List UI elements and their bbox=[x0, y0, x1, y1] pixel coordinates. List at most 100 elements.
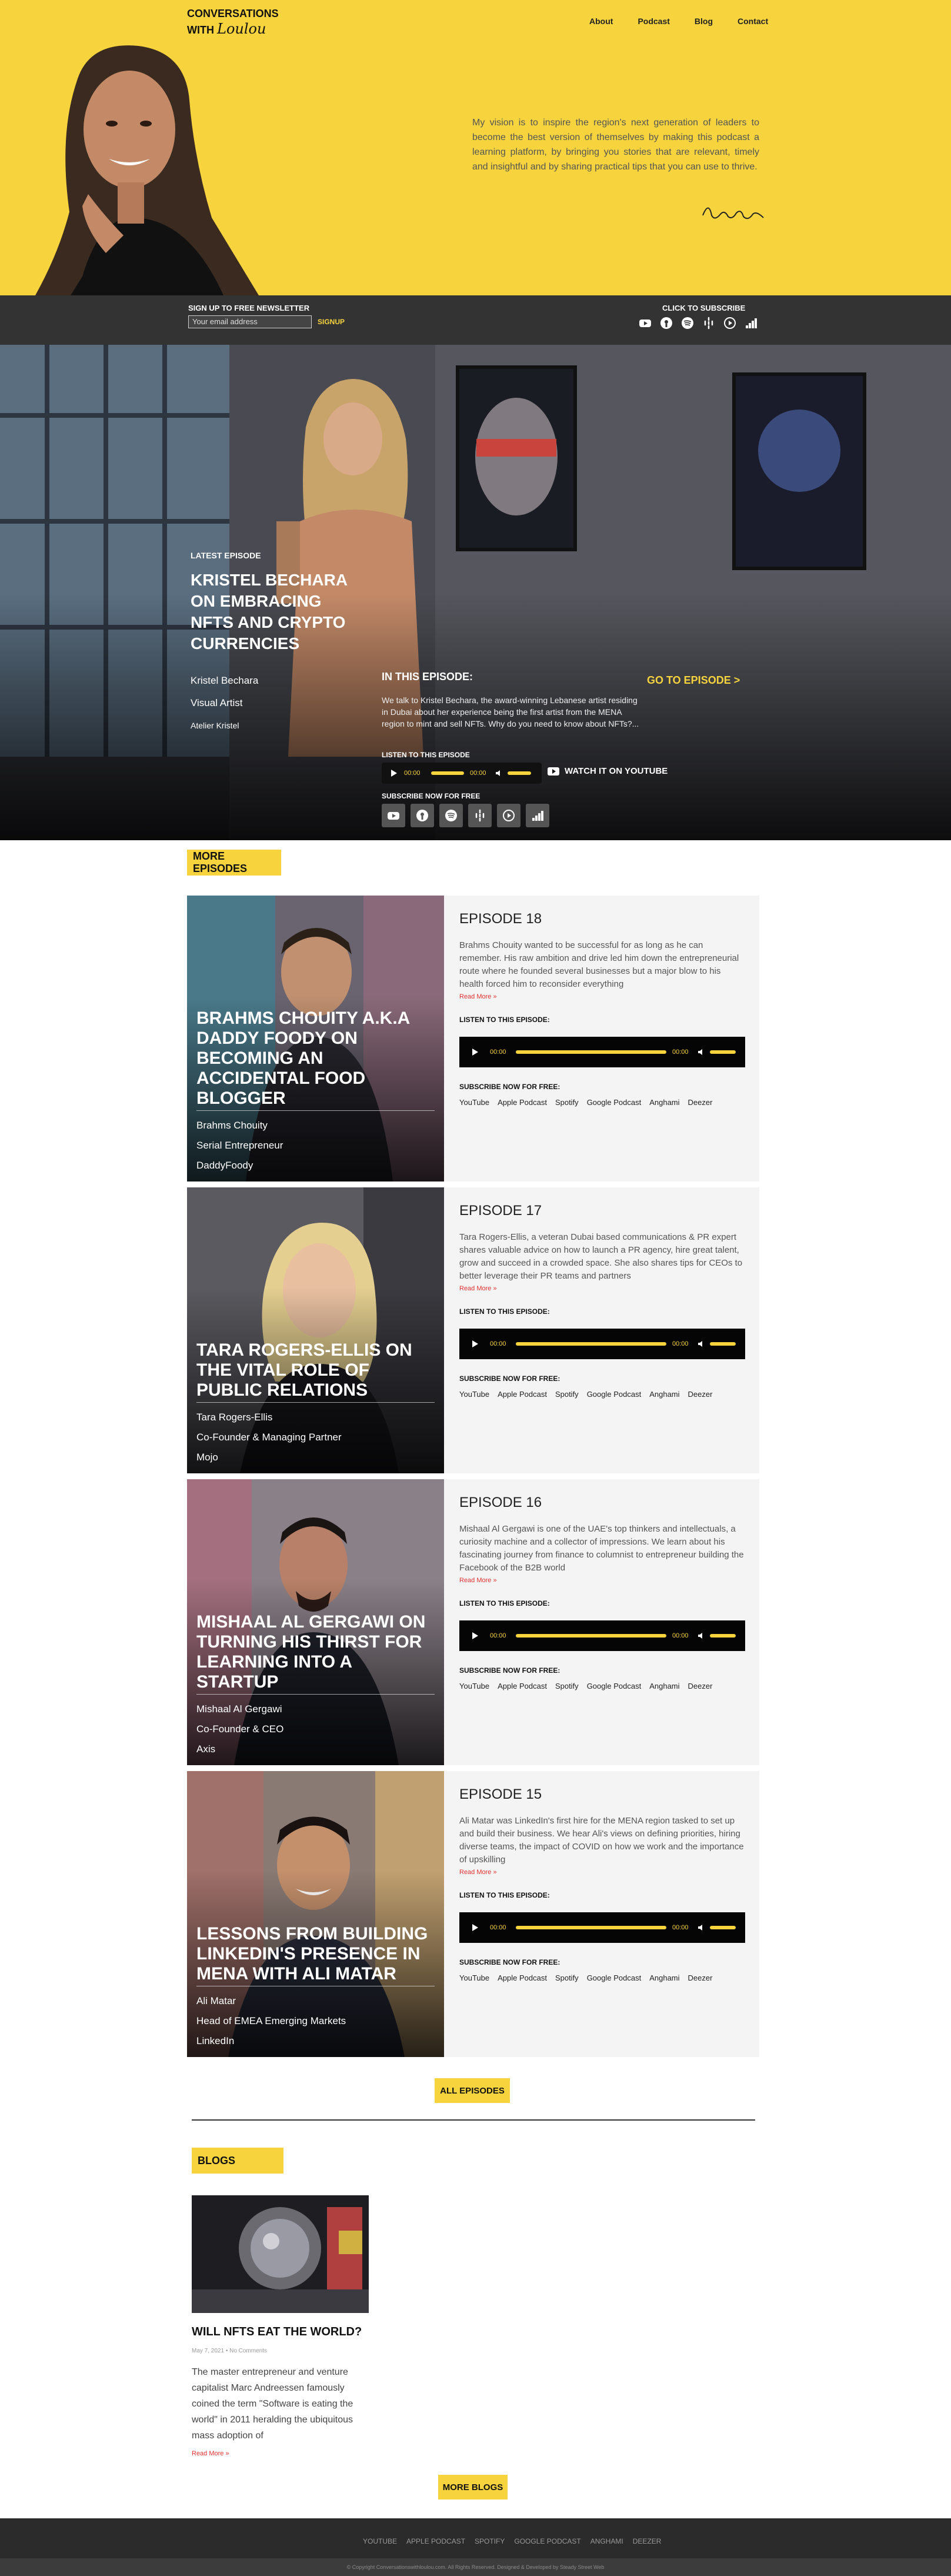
spotify-icon[interactable] bbox=[439, 804, 463, 827]
play-icon[interactable] bbox=[472, 1340, 478, 1347]
link-deezer[interactable]: Deezer bbox=[688, 1390, 713, 1399]
youtube-icon[interactable] bbox=[382, 804, 405, 827]
link-youtube[interactable]: YouTube bbox=[459, 1098, 489, 1107]
footer-link-deezer[interactable]: DEEZER bbox=[633, 2537, 662, 2545]
more-blogs-button[interactable]: MORE BLOGS bbox=[438, 2475, 508, 2500]
player-progress[interactable] bbox=[516, 1634, 666, 1638]
newsletter-signup-button[interactable]: SIGNUP bbox=[318, 318, 345, 326]
anghami-icon[interactable] bbox=[497, 804, 520, 827]
volume-icon[interactable] bbox=[698, 1925, 705, 1931]
player-time-current: 00:00 bbox=[490, 1340, 506, 1347]
volume-slider[interactable] bbox=[710, 1926, 736, 1929]
go-to-episode-link[interactable]: GO TO EPISODE > bbox=[647, 674, 740, 687]
player-progress[interactable] bbox=[516, 1050, 666, 1054]
watch-on-youtube-link[interactable]: WATCH IT ON YOUTUBE bbox=[547, 766, 668, 776]
episode-title[interactable]: MISHAAL AL GERGAWI ON TURNING HIS THIRST… bbox=[196, 1612, 435, 1692]
logo-signature: Loulou bbox=[217, 21, 266, 37]
play-icon[interactable] bbox=[391, 770, 397, 777]
audio-player[interactable]: 00:00 00:00 bbox=[459, 1037, 745, 1067]
link-anghami[interactable]: Anghami bbox=[649, 1098, 679, 1107]
google-podcast-icon[interactable] bbox=[468, 804, 492, 827]
read-more-link[interactable]: Read More » bbox=[459, 993, 745, 1000]
link-spotify[interactable]: Spotify bbox=[555, 1682, 579, 1690]
link-spotify[interactable]: Spotify bbox=[555, 1973, 579, 1982]
volume-slider[interactable] bbox=[508, 771, 531, 775]
play-icon[interactable] bbox=[472, 1049, 478, 1056]
episode-image[interactable]: MISHAAL AL GERGAWI ON TURNING HIS THIRST… bbox=[187, 1479, 444, 1765]
featured-episode-title[interactable]: KRISTEL BECHARA ON EMBRACING NFTS AND CR… bbox=[191, 570, 367, 654]
blog-post-title[interactable]: WILL NFTS EAT THE WORLD? bbox=[192, 2325, 362, 2339]
link-google-podcast[interactable]: Google Podcast bbox=[587, 1973, 642, 1982]
link-google-podcast[interactable]: Google Podcast bbox=[587, 1682, 642, 1690]
footer-link-youtube[interactable]: YOUTUBE bbox=[363, 2537, 397, 2545]
link-deezer[interactable]: Deezer bbox=[688, 1973, 713, 1982]
spotify-icon[interactable] bbox=[681, 317, 694, 330]
volume-slider[interactable] bbox=[710, 1050, 736, 1054]
play-icon[interactable] bbox=[472, 1632, 478, 1639]
nav-contact[interactable]: Contact bbox=[738, 16, 768, 26]
link-youtube[interactable]: YouTube bbox=[459, 1682, 489, 1690]
footer-link-google-podcast[interactable]: GOOGLE PODCAST bbox=[514, 2537, 580, 2545]
link-youtube[interactable]: YouTube bbox=[459, 1390, 489, 1399]
volume-slider[interactable] bbox=[710, 1634, 736, 1638]
platform-links: YouTube Apple Podcast Spotify Google Pod… bbox=[459, 1390, 745, 1399]
volume-icon[interactable] bbox=[698, 1341, 705, 1347]
featured-audio-player[interactable]: 00:00 00:00 bbox=[382, 763, 542, 784]
play-icon[interactable] bbox=[472, 1924, 478, 1931]
link-anghami[interactable]: Anghami bbox=[649, 1682, 679, 1690]
youtube-icon[interactable] bbox=[639, 317, 652, 330]
google-podcast-icon[interactable] bbox=[702, 317, 715, 330]
episode-image[interactable]: LESSONS FROM BUILDING LINKEDIN'S PRESENC… bbox=[187, 1771, 444, 2057]
link-apple-podcast[interactable]: Apple Podcast bbox=[498, 1390, 547, 1399]
link-spotify[interactable]: Spotify bbox=[555, 1390, 579, 1399]
footer-link-spotify[interactable]: SPOTIFY bbox=[475, 2537, 505, 2545]
link-spotify[interactable]: Spotify bbox=[555, 1098, 579, 1107]
player-progress[interactable] bbox=[431, 771, 464, 775]
footer-link-apple-podcast[interactable]: APPLE PODCAST bbox=[406, 2537, 465, 2545]
nav-podcast[interactable]: Podcast bbox=[638, 16, 669, 26]
link-apple-podcast[interactable]: Apple Podcast bbox=[498, 1098, 547, 1107]
all-episodes-button[interactable]: ALL EPISODES bbox=[435, 2078, 510, 2103]
player-progress[interactable] bbox=[516, 1342, 666, 1346]
link-deezer[interactable]: Deezer bbox=[688, 1098, 713, 1107]
blog-post-image[interactable] bbox=[192, 2195, 369, 2313]
audio-player[interactable]: 00:00 00:00 bbox=[459, 1329, 745, 1359]
volume-icon[interactable] bbox=[496, 770, 503, 776]
link-youtube[interactable]: YouTube bbox=[459, 1973, 489, 1982]
read-more-link[interactable]: Read More » bbox=[459, 1869, 745, 1876]
featured-guest-info: Kristel Bechara Visual Artist Atelier Kr… bbox=[191, 670, 258, 737]
episode-image[interactable]: TARA ROGERS-ELLIS ON THE VITAL ROLE OF P… bbox=[187, 1187, 444, 1473]
nav-blog[interactable]: Blog bbox=[695, 16, 713, 26]
newsletter-email-input[interactable]: Your email address bbox=[188, 315, 312, 328]
episode-title[interactable]: BRAHMS CHOUITY A.K.A DADDY FOODY ON BECO… bbox=[196, 1009, 435, 1109]
audio-player[interactable]: 00:00 00:00 bbox=[459, 1912, 745, 1943]
footer-link-anghami[interactable]: ANGHAMI bbox=[590, 2537, 623, 2545]
blog-read-more-link[interactable]: Read More » bbox=[192, 2450, 229, 2457]
site-logo[interactable]: CONVERSATIONS WITH Loulou bbox=[187, 6, 279, 38]
volume-icon[interactable] bbox=[698, 1049, 705, 1055]
link-apple-podcast[interactable]: Apple Podcast bbox=[498, 1682, 547, 1690]
read-more-link[interactable]: Read More » bbox=[459, 1285, 745, 1292]
episode-title[interactable]: TARA ROGERS-ELLIS ON THE VITAL ROLE OF P… bbox=[196, 1340, 435, 1400]
link-anghami[interactable]: Anghami bbox=[649, 1973, 679, 1982]
read-more-link[interactable]: Read More » bbox=[459, 1577, 745, 1584]
player-progress[interactable] bbox=[516, 1926, 666, 1929]
deezer-icon[interactable] bbox=[526, 804, 549, 827]
episode-title[interactable]: LESSONS FROM BUILDING LINKEDIN'S PRESENC… bbox=[196, 1924, 435, 1984]
episode-guest-meta: Tara Rogers-Ellis Co-Founder & Managing … bbox=[196, 1407, 342, 1467]
link-apple-podcast[interactable]: Apple Podcast bbox=[498, 1973, 547, 1982]
link-deezer[interactable]: Deezer bbox=[688, 1682, 713, 1690]
episode-image[interactable]: BRAHMS CHOUITY A.K.A DADDY FOODY ON BECO… bbox=[187, 896, 444, 1182]
anghami-icon[interactable] bbox=[723, 317, 736, 330]
nav-about[interactable]: About bbox=[589, 16, 613, 26]
apple-podcast-icon[interactable] bbox=[411, 804, 434, 827]
apple-podcast-icon[interactable] bbox=[660, 317, 673, 330]
link-google-podcast[interactable]: Google Podcast bbox=[587, 1390, 642, 1399]
deezer-icon[interactable] bbox=[745, 317, 758, 330]
link-anghami[interactable]: Anghami bbox=[649, 1390, 679, 1399]
volume-icon[interactable] bbox=[698, 1633, 705, 1639]
link-google-podcast[interactable]: Google Podcast bbox=[587, 1098, 642, 1107]
subscribe-label: SUBSCRIBE NOW FOR FREE: bbox=[459, 1666, 560, 1675]
volume-slider[interactable] bbox=[710, 1342, 736, 1346]
audio-player[interactable]: 00:00 00:00 bbox=[459, 1620, 745, 1651]
